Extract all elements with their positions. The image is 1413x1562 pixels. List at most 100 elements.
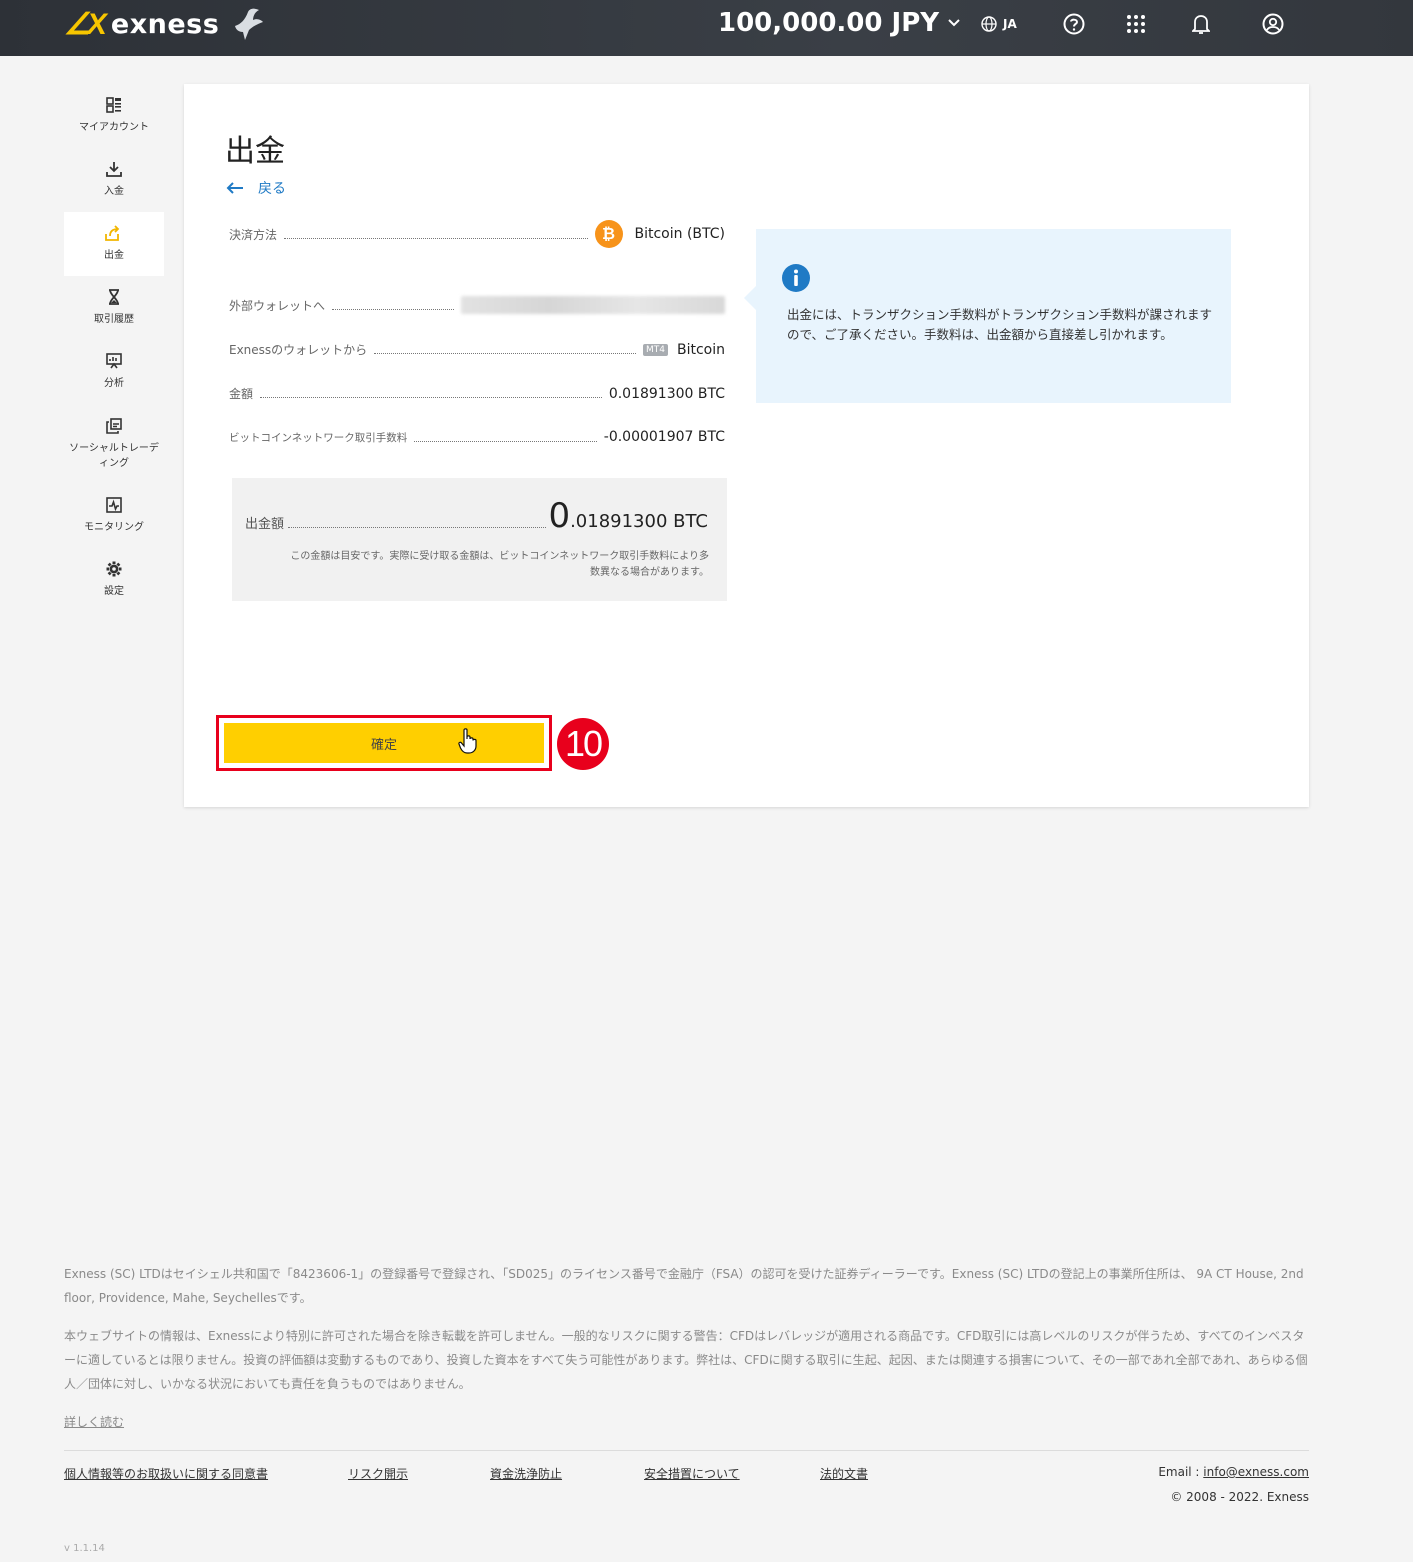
withdrawal-amount-value: 0 .01891300 BTC (548, 496, 708, 536)
withdraw-icon (105, 225, 120, 241)
withdrawal-summary: 出金額 0 .01891300 BTC この金額は目安です。実際に受け取る金額は… (232, 478, 727, 601)
logo-text: exness (110, 8, 220, 40)
language-selector[interactable]: JA (981, 13, 1017, 35)
logo-mark: ∠X (64, 7, 107, 41)
download-icon (106, 162, 122, 177)
page-title: 出金 (225, 134, 285, 169)
withdrawal-card: 出金 戻る 決済方法 ₿ Bitcoin (BTC) 外部ウォレットへ Exne… (184, 84, 1309, 807)
exness-logo[interactable]: ∠X exness (64, 6, 265, 42)
hourglass-icon (109, 289, 119, 305)
sidebar-item-label: ソーシャルトレーディング (69, 442, 159, 469)
wallet-from-value: Bitcoin (676, 341, 725, 358)
wallet-address-redacted (461, 296, 725, 314)
sidebar-item-label: 分析 (104, 378, 124, 389)
top-bar: ∠X exness 100,000.00 JPY JA (0, 0, 1413, 56)
network-fee-label: ビットコインネットワーク取引手数料 (229, 431, 408, 444)
apps-button[interactable] (1126, 13, 1146, 35)
contact-email: Email : info@exness.com (1158, 1465, 1309, 1479)
confirm-highlight: 確定 (216, 715, 552, 771)
footer-link-aml[interactable]: 資金洗浄防止 (490, 1465, 562, 1482)
dot-leader (332, 308, 455, 310)
sidebar-item-monitoring[interactable]: モニタリング (64, 484, 164, 548)
apps-grid-icon (1127, 15, 1145, 33)
user-icon (1262, 13, 1284, 35)
amount-label: 金額 (229, 387, 254, 401)
withdrawal-note: この金額は目安です。実際に受け取る金額は、ビットコインネットワーク取引手数料によ… (290, 551, 709, 578)
monitoring-icon (106, 497, 122, 513)
dove-icon (235, 8, 264, 41)
sidebar-item-label: 入金 (104, 186, 124, 197)
dot-leader (414, 440, 597, 442)
footer-link-security[interactable]: 安全措置について (644, 1465, 740, 1482)
sidebar-item-my-account[interactable]: マイアカウント (64, 84, 164, 148)
footer-link-legal-docs[interactable]: 法的文書 (820, 1465, 868, 1482)
payment-method-row: 決済方法 ₿ Bitcoin (BTC) (229, 220, 725, 248)
payment-method-value: Bitcoin (BTC) (634, 226, 726, 242)
dot-leader (284, 237, 588, 239)
help-icon (1063, 13, 1085, 35)
chevron-down-icon (948, 19, 960, 27)
bitcoin-icon: ₿ (594, 220, 623, 248)
balance-amount: 100,000.00 JPY (718, 8, 940, 38)
withdrawal-amount-decimal: .01891300 BTC (570, 511, 708, 532)
dot-leader (288, 527, 547, 528)
amount-row: 金額 0.01891300 BTC (229, 385, 725, 402)
footer-link-privacy[interactable]: 個人情報等のお取扱いに関する同意書 (64, 1465, 268, 1482)
confirm-button[interactable]: 確定 (224, 723, 544, 763)
version-label: v 1.1.14 (64, 1543, 105, 1554)
network-fee-row: ビットコインネットワーク取引手数料 -0.00001907 BTC (229, 429, 725, 445)
balance-dropdown[interactable]: 100,000.00 JPY (718, 8, 961, 38)
read-more-link[interactable]: 詳しく読む (64, 1415, 124, 1429)
hand-cursor-icon (458, 728, 477, 754)
sidebar-item-deposit[interactable]: 入金 (64, 148, 164, 212)
dot-leader (374, 353, 636, 354)
notifications-button[interactable] (1192, 13, 1210, 35)
network-fee-value: -0.00001907 BTC (603, 429, 725, 445)
mt4-badge: MT4 (642, 343, 668, 356)
sidebar-item-label: 出金 (104, 250, 124, 261)
info-icon (782, 264, 810, 292)
help-button[interactable] (1063, 13, 1085, 35)
sidebar-item-social-trading[interactable]: ソーシャルトレーディング (64, 404, 164, 484)
sidebar-item-history[interactable]: 取引履歴 (64, 276, 164, 340)
back-link[interactable]: 戻る (226, 178, 286, 198)
footer-links: 個人情報等のお取扱いに関する同意書 リスク開示 資金洗浄防止 安全措置について … (64, 1450, 1309, 1504)
globe-icon (981, 16, 997, 32)
sidebar-item-settings[interactable]: 設定 (64, 548, 164, 612)
footer-link-risk-disclosure[interactable]: リスク開示 (348, 1465, 408, 1482)
copyright: © 2008 - 2022. Exness (1170, 1490, 1309, 1504)
analytics-icon (106, 353, 122, 369)
footer-legal: Exness (SC) LTDはセイシェル共和国で「8423606-1」の登録番… (64, 1262, 1309, 1434)
wallet-to-label: 外部ウォレットへ (229, 298, 326, 313)
gear-icon (106, 561, 122, 577)
withdrawal-amount-integer: 0 (548, 496, 571, 536)
arrow-left-icon (226, 182, 243, 194)
payment-method-label: 決済方法 (229, 227, 278, 242)
sidebar-item-label: 取引履歴 (94, 314, 134, 325)
legal-text-risk: 本ウェブサイトの情報は、Exnessにより特別に許可された場合を除き転載を許可し… (64, 1329, 1308, 1391)
sidebar-item-withdraw[interactable]: 出金 (64, 212, 164, 276)
sidebar-item-label: モニタリング (84, 522, 144, 533)
dashboard-icon (106, 97, 121, 113)
sidebar-item-label: 設定 (104, 586, 124, 597)
sidebar-item-analytics[interactable]: 分析 (64, 340, 164, 404)
dot-leader (260, 397, 602, 398)
back-label: 戻る (258, 181, 286, 197)
wallet-from-label: Exnessのウォレットから (229, 343, 368, 357)
withdrawal-amount-label: 出金額 (245, 517, 285, 532)
info-panel: 出金には、トランザクション手数料がトランザクション手数料が課されますので、ご了承… (744, 229, 1231, 403)
info-text: 出金には、トランザクション手数料がトランザクション手数料が課されますので、ご了承… (787, 307, 1213, 342)
wallet-from-row: Exnessのウォレットから MT4 Bitcoin (229, 341, 725, 358)
step-number-badge: 10 (557, 718, 609, 770)
copy-icon (106, 417, 122, 434)
sidebar-item-label: マイアカウント (79, 122, 149, 133)
email-label: Email : (1158, 1465, 1204, 1479)
profile-button[interactable] (1262, 13, 1284, 35)
email-link[interactable]: info@exness.com (1203, 1465, 1309, 1479)
language-code: JA (1003, 17, 1017, 31)
bell-icon (1192, 15, 1210, 34)
wallet-to-row: 外部ウォレットへ (229, 296, 725, 314)
sidebar: マイアカウント 入金 出金 取引履歴 分析 ソーシャルトレーディング モニタリン… (64, 84, 164, 612)
legal-text-company: Exness (SC) LTDはセイシェル共和国で「8423606-1」の登録番… (64, 1267, 1304, 1305)
amount-value: 0.01891300 BTC (608, 385, 725, 402)
